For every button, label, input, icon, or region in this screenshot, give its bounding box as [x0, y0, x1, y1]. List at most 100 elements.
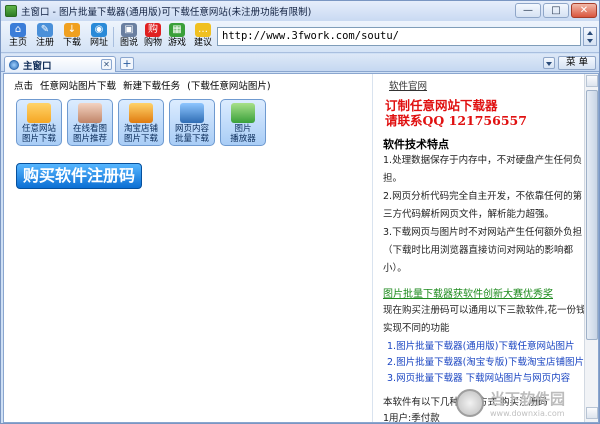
- feature-label-line2: 播放器: [230, 134, 256, 144]
- register-icon: ✎: [37, 23, 53, 37]
- left-pane: 点击 任意网站图片下载 新建下载任务 (下载任意网站图片) 任意网站 图片下载 …: [4, 74, 372, 422]
- picture-icon: ▣: [121, 23, 137, 37]
- feature-line: 2.网页分析代码完全自主开发，不依靠任何的第: [383, 191, 583, 202]
- home-icon: ⌂: [10, 23, 26, 37]
- toolbar-suggestion-label: 建议: [193, 38, 212, 48]
- tab-label: 主窗口: [23, 60, 52, 72]
- download-icon: ↓: [64, 23, 80, 37]
- window-title: 主窗口 - 图片批量下载器(通用版)可下载任意网站(未注册功能有限制): [21, 7, 312, 18]
- toolbar-shopping-button[interactable]: 购 购物: [141, 22, 165, 52]
- link-any-site-download[interactable]: 任意网站图片下载: [40, 81, 116, 92]
- feature-label-line1: 网页内容: [174, 124, 209, 134]
- toolbar-home-button[interactable]: ⌂ 主页: [6, 22, 30, 52]
- suggestion-icon: …: [195, 23, 211, 37]
- vertical-scrollbar[interactable]: [584, 74, 598, 422]
- link-new-download-task[interactable]: 新建下载任务: [123, 81, 180, 92]
- toolbar-home-label: 主页: [8, 38, 27, 48]
- feature-any-site-download[interactable]: 任意网站 图片下载: [16, 99, 62, 146]
- feature-label-line1: 在线看图: [72, 124, 107, 134]
- scroll-up-button[interactable]: [586, 75, 598, 87]
- feature-picture-player[interactable]: 图片 播放器: [220, 99, 266, 146]
- feature-line: 1.处理数据保存于内存中，不对硬盘产生任何负: [383, 155, 583, 166]
- download-arrow-icon: [27, 103, 51, 123]
- quick-links: 点击 任意网站图片下载 新建下载任务 (下载任意网站图片): [14, 78, 275, 92]
- game-icon: ▦: [169, 23, 185, 37]
- contact-qq-promo: 请联系QQ 121756557: [385, 113, 527, 128]
- scroll-down-icon: [587, 39, 593, 43]
- scroll-up-icon: [587, 31, 593, 35]
- watermark-main: 当下软件园: [490, 390, 566, 408]
- right-pane: 软件官网 订制任意网站下载器 请联系QQ 121756557 软件技术特点 1.…: [372, 74, 584, 422]
- feature-webpage-batch[interactable]: 网页内容 批量下载: [169, 99, 215, 146]
- feature-label-line2: 批量下载: [174, 134, 209, 144]
- toolbar-url-button[interactable]: ◉ 网址: [87, 22, 111, 52]
- watermark-sub: www.downxia.com: [490, 409, 565, 418]
- watermark-text: 当下软件园 www.downxia.com: [490, 388, 565, 418]
- cubes-icon: [180, 103, 204, 123]
- feature-label-line2: 图片下载: [123, 134, 158, 144]
- feature-online-viewer[interactable]: 在线看图 图片推荐: [67, 99, 113, 146]
- intro-line: 现在购买注册码可以通用以下三款软件,花一份钱: [383, 305, 584, 316]
- toolbar-url-label: 网址: [89, 38, 108, 48]
- feature-line: 小）。: [383, 263, 407, 274]
- official-site-link[interactable]: 软件官网: [389, 78, 427, 92]
- feature-line: 三方代码解析网页文件，解析能力超强。: [383, 209, 555, 220]
- player-icon: [231, 103, 255, 123]
- click-label: 点击: [14, 81, 34, 92]
- toolbar-shopping-label: 购物: [143, 38, 162, 48]
- watermark: 当下软件园 www.downxia.com: [456, 384, 598, 422]
- buy-license-button[interactable]: 购买软件注册码: [16, 163, 142, 189]
- app-icon: [5, 5, 17, 17]
- url-input[interactable]: http://www.3fwork.com/soutu/: [217, 27, 581, 46]
- scrollbar-thumb[interactable]: [586, 90, 598, 340]
- toolbar-register-button[interactable]: ✎ 注册: [33, 22, 57, 52]
- link-hint-text: (下载任意网站图片): [187, 81, 271, 92]
- toolbar-suggestion-button[interactable]: … 建议: [191, 22, 215, 52]
- globe-icon: ◉: [91, 23, 107, 37]
- close-tab-icon[interactable]: ✕: [101, 59, 112, 70]
- toolbar-register-label: 注册: [35, 38, 54, 48]
- toolbar-download-label: 下载: [62, 38, 81, 48]
- feature-label-line2: 图片推荐: [72, 134, 107, 144]
- feature-label-line1: 淘宝店铺: [123, 124, 158, 134]
- feature-label-line2: 图片下载: [21, 134, 56, 144]
- payment-line: 1用户:季付款: [383, 413, 440, 422]
- toolbar-separator: [113, 27, 114, 47]
- feature-line: （下载时比用浏览器直接访问对网站的影响都: [383, 245, 574, 256]
- close-button[interactable]: ✕: [571, 3, 597, 18]
- new-tab-button[interactable]: +: [120, 57, 134, 70]
- shopping-icon: 购: [145, 23, 161, 37]
- menu-button[interactable]: 菜 单: [558, 56, 596, 70]
- shopping-bag-icon: [129, 103, 153, 123]
- intro-line: 实现不同的功能: [383, 323, 450, 334]
- product-link[interactable]: 2.图片批量下载器(淘宝专版)下载淘宝店铺图片: [387, 354, 584, 368]
- product-link[interactable]: 3.网页批量下载器 下载网站图片与网页内容: [387, 370, 570, 384]
- tab-main-window[interactable]: 主窗口 ✕: [4, 56, 116, 72]
- feature-line: 3.下载网页与图片时不对网站产生任何额外负担: [383, 227, 583, 238]
- features-heading: 软件技术特点: [383, 138, 449, 151]
- product-link[interactable]: 1.图片批量下载器(通用版)下载任意网站图片: [387, 338, 574, 352]
- toolbar-pictures-label: 图说: [119, 38, 138, 48]
- feature-label-line1: 图片: [234, 124, 252, 134]
- window-controls: — □ ✕: [515, 3, 597, 18]
- app-window: 主窗口 - 图片批量下载器(通用版)可下载任意网站(未注册功能有限制) — □ …: [0, 0, 600, 424]
- url-scroll-buttons[interactable]: [583, 27, 597, 46]
- award-link[interactable]: 图片批量下载器获软件创新大赛优秀奖: [383, 285, 553, 300]
- globe-icon: [9, 59, 19, 70]
- feature-taobao-download[interactable]: 淘宝店铺 图片下载: [118, 99, 164, 146]
- toolbar-pictures-button[interactable]: ▣ 图说: [117, 22, 141, 52]
- feature-line: 担。: [383, 173, 403, 184]
- title-bar: 主窗口 - 图片批量下载器(通用版)可下载任意网站(未注册功能有限制) — □ …: [1, 1, 599, 21]
- toolbar-game-button[interactable]: ▦ 游戏: [165, 22, 189, 52]
- watermark-logo-icon: [456, 389, 484, 417]
- toolbar-download-button[interactable]: ↓ 下载: [60, 22, 84, 52]
- minimize-button[interactable]: —: [515, 3, 541, 18]
- feature-label-line1: 任意网站: [21, 124, 56, 134]
- chevron-down-icon: [546, 62, 552, 66]
- portrait-icon: [78, 103, 102, 123]
- maximize-button[interactable]: □: [543, 3, 569, 18]
- toolbar-game-label: 游戏: [167, 38, 186, 48]
- tab-dropdown-button[interactable]: [543, 57, 555, 69]
- tab-bar: 主窗口 ✕ + 菜 单: [1, 54, 599, 72]
- main-content: 点击 任意网站图片下载 新建下载任务 (下载任意网站图片) 任意网站 图片下载 …: [3, 73, 599, 423]
